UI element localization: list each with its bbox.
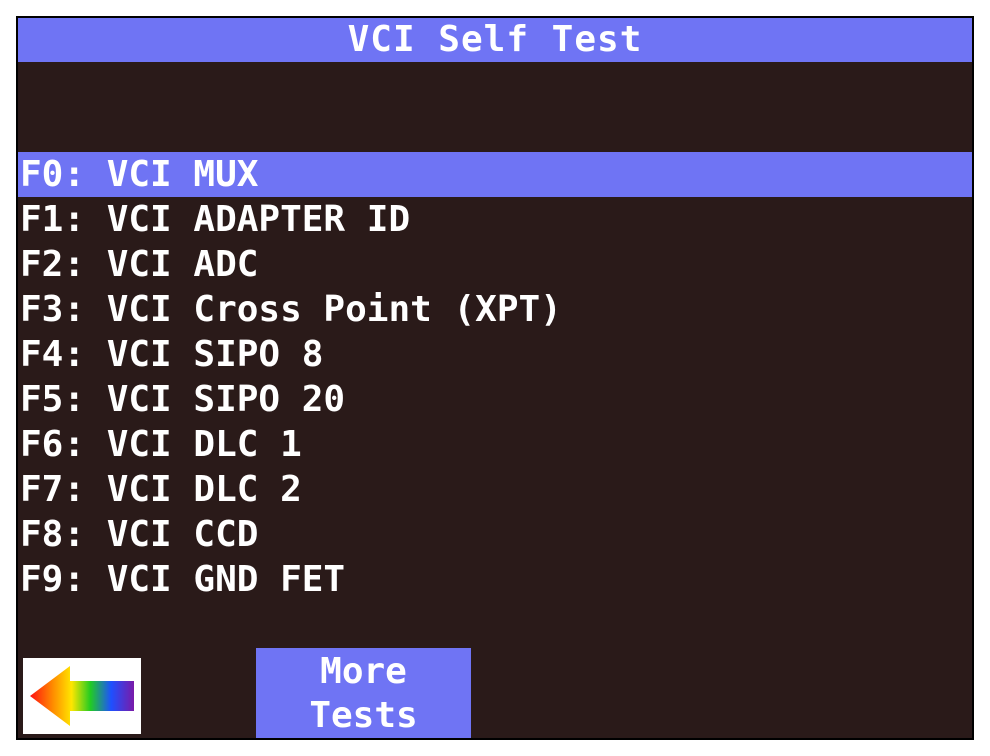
test-item-f0[interactable]: F0: VCI MUX xyxy=(18,152,972,197)
test-item-f4[interactable]: F4: VCI SIPO 8 xyxy=(18,332,972,377)
test-list: F0: VCI MUX F1: VCI ADAPTER ID F2: VCI A… xyxy=(18,152,972,602)
test-item-f5[interactable]: F5: VCI SIPO 20 xyxy=(18,377,972,422)
rainbow-left-arrow-icon xyxy=(30,666,134,726)
back-button[interactable] xyxy=(23,658,141,734)
page-title: VCI Self Test xyxy=(18,18,972,62)
test-item-f8[interactable]: F8: VCI CCD xyxy=(18,512,972,557)
test-item-f9[interactable]: F9: VCI GND FET xyxy=(18,557,972,602)
test-item-f1[interactable]: F1: VCI ADAPTER ID xyxy=(18,197,972,242)
more-tests-button[interactable]: More Tests xyxy=(256,648,471,738)
more-tests-label-line1: More xyxy=(320,651,407,692)
test-item-f3[interactable]: F3: VCI Cross Point (XPT) xyxy=(18,287,972,332)
more-tests-label-line2: Tests xyxy=(309,695,418,736)
vci-self-test-screen: VCI Self Test F0: VCI MUX F1: VCI ADAPTE… xyxy=(16,16,974,740)
test-item-f7[interactable]: F7: VCI DLC 2 xyxy=(18,467,972,512)
test-item-f2[interactable]: F2: VCI ADC xyxy=(18,242,972,287)
test-item-f6[interactable]: F6: VCI DLC 1 xyxy=(18,422,972,467)
